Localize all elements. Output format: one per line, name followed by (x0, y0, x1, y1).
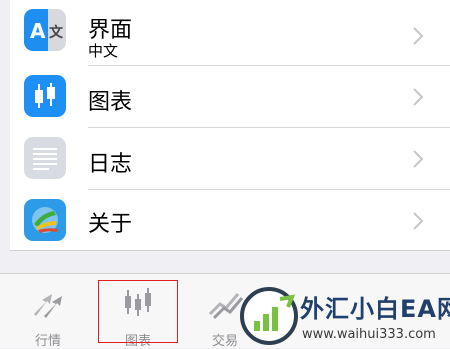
translate-icon: A 文 (24, 9, 66, 51)
list-footer-gap (0, 251, 450, 273)
journal-icon (24, 137, 66, 179)
watermark: 外汇小白EA网 www.waihui333.com (236, 283, 450, 347)
tab-quotes[interactable]: 行情 (8, 274, 88, 349)
watermark-url: www.waihui333.com (302, 327, 436, 342)
settings-row-about[interactable]: 关于 (10, 190, 450, 250)
settings-list: A 文 界面 中文 图表 日志 关于 (10, 0, 450, 251)
watermark-logo-icon (240, 287, 298, 345)
settings-item-value: 中文 (88, 42, 119, 60)
svg-text:A: A (30, 19, 46, 43)
settings-row-charts[interactable]: 图表 (10, 66, 450, 126)
settings-row-interface[interactable]: A 文 界面 中文 (10, 0, 450, 60)
settings-row-journal[interactable]: 日志 (10, 128, 450, 188)
tab-highlight-box (98, 280, 178, 343)
metatrader-logo-icon (24, 199, 66, 241)
chevron-right-icon (413, 88, 424, 106)
watermark-brand: 外汇小白EA网 (300, 295, 450, 323)
tab-label: 行情 (34, 334, 61, 349)
settings-item-label: 图表 (88, 90, 133, 115)
chevron-right-icon (413, 212, 424, 230)
chevron-right-icon (413, 150, 424, 168)
settings-item-label: 日志 (88, 152, 133, 177)
quotes-arrows-icon (34, 294, 62, 318)
settings-item-label: 关于 (88, 212, 133, 237)
svg-text:文: 文 (49, 24, 64, 41)
chevron-right-icon (413, 27, 424, 45)
candlestick-chart-icon (24, 75, 66, 117)
